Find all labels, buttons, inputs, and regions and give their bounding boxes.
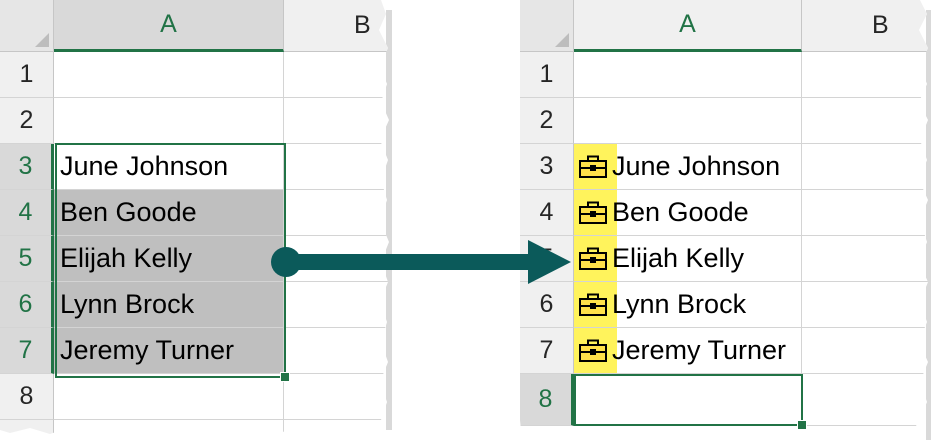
arrow-shaft	[286, 254, 531, 270]
arrow-head	[528, 240, 571, 284]
transform-arrow	[271, 240, 571, 284]
